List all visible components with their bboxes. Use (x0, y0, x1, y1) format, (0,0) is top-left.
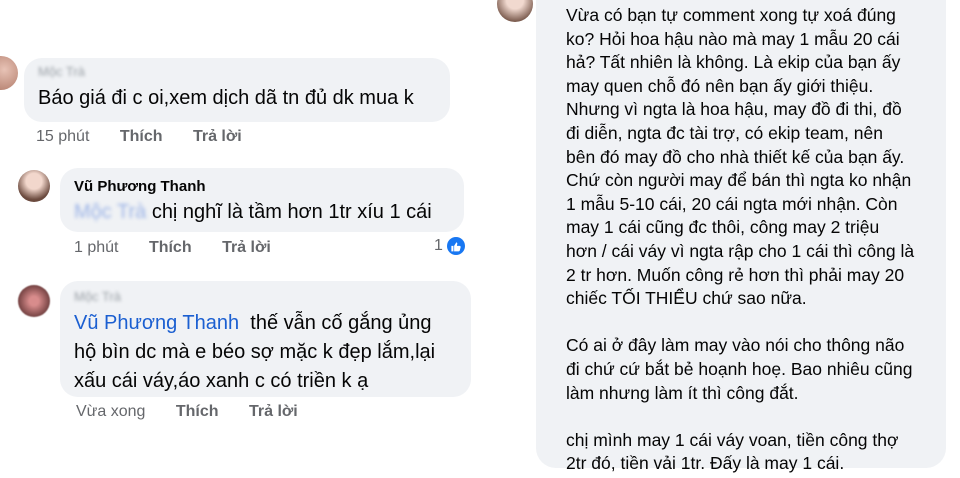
post-line: Nhưng vì ngta là hoa hậu, may đồ đi thi,… (566, 99, 902, 120)
post-line: bên đó may đồ cho nhà thiết kế của bạn ấ… (566, 146, 905, 167)
reply-button[interactable]: Trả lời (193, 128, 242, 145)
comment-text: Báo giá đi c oi,xem dịch dã tn đủ dk mua… (38, 87, 414, 109)
post-paragraph-1: Vừa có bạn tự comment xong tự xoá đúng k… (566, 4, 938, 311)
post-line: chiếc TỐI THIỂU chứ sao nữa. (566, 288, 807, 309)
like-button[interactable]: Thích (149, 239, 192, 256)
post-paragraph-2: Có ai ở đây làm may vào nói cho thông nã… (566, 334, 938, 405)
reaction-summary[interactable]: 1 (434, 237, 465, 255)
comment-text: chị nghĩ là tầm hơn 1tr xíu 1 cái (151, 201, 432, 223)
post-line: Có ai ở đây làm may vào nói cho thông nã… (566, 335, 905, 356)
avatar-comment-1[interactable] (0, 56, 18, 90)
post-line: may quen chỗ đó nên bạn ấy giới thiệu. (566, 75, 874, 96)
like-button[interactable]: Thích (120, 128, 163, 145)
comment-author[interactable]: Mộc Trà (38, 64, 85, 79)
comment-bubble-1: Mộc Trà Báo giá đi c oi,xem dịch dã tn đ… (24, 58, 450, 122)
comment-actions-1: 15 phút Thích Trả lời (36, 128, 268, 146)
post-line: làm nhưng làm ít thì công đắt. (566, 382, 799, 403)
reply-button[interactable]: Trả lời (249, 403, 298, 420)
post-line: chị mình may 1 cái váy voan, tiền công t… (566, 429, 899, 450)
post-line: 1 mẫu 5-10 cái, 20 cái ngta mới nhận. Cò… (566, 193, 898, 214)
reaction-count: 1 (434, 237, 443, 254)
comment-text-row: Mộc Trà chị nghĩ là tầm hơn 1tr xíu 1 cá… (74, 198, 432, 227)
mention-link[interactable]: Vũ Phương Thanh (74, 312, 239, 334)
post-line: Vừa có bạn tự comment xong tự xoá đúng (566, 5, 896, 25)
comments-panel: Mộc Trà Báo giá đi c oi,xem dịch dã tn đ… (0, 0, 488, 478)
post-line: 2tr đó, tiền vải 1tr. Đấy là may 1 cái. (566, 453, 845, 474)
comment-bubble-2: Vũ Phương Thanh Mộc Trà chị nghĩ là tầm … (60, 168, 464, 232)
avatar-comment-2[interactable] (18, 170, 50, 202)
comment-text-block: Vũ Phương Thanh thế vẫn cố gắng ủng hộ b… (74, 309, 435, 396)
reply-button[interactable]: Trả lời (222, 239, 271, 256)
comment-text-line: xấu cái váy,áo xanh c có triền k ạ (74, 370, 369, 392)
comment-time[interactable]: Vừa xong (76, 403, 145, 420)
comment-time[interactable]: 1 phút (74, 239, 118, 256)
post-line: Chứ còn người may để bán thì ngta ko nhậ… (566, 170, 912, 191)
comment-actions-2: 1 phút Thích Trả lời (74, 239, 297, 257)
post-line: hả? Tất nhiên là không. Là ekip của bạn … (566, 52, 901, 73)
avatar-comment-3[interactable] (18, 285, 50, 317)
comment-time[interactable]: 15 phút (36, 128, 89, 145)
comment-text-line: hộ bìn dc mà e béo sợ mặc k đẹp lắm,lại (74, 341, 436, 363)
comment-text-line: thế vẫn cố gắng ủng (250, 312, 432, 334)
comment-actions-3: Vừa xong Thích Trả lời (76, 403, 324, 421)
post-paragraph-3: chị mình may 1 cái váy voan, tiền công t… (566, 429, 938, 476)
like-reaction-icon (446, 237, 465, 255)
post-line: ko? Hỏi hoa hậu nào mà may 1 mẫu 20 cái (566, 28, 900, 49)
post-line: 2 tr hơn. Muốn công rẻ hơn thì phải may … (566, 264, 905, 285)
post-text: Vừa có bạn tự comment xong tự xoá đúng k… (566, 4, 938, 476)
mention-link[interactable]: Mộc Trà (74, 201, 146, 223)
comment-bubble-3: Mộc Trà Vũ Phương Thanh thế vẫn cố gắng … (60, 281, 471, 397)
comment-author[interactable]: Mộc Trà (74, 289, 121, 304)
post-line: đi diễn, ngta đc tài trợ, có ekip team, … (566, 122, 883, 143)
like-button[interactable]: Thích (176, 403, 219, 420)
post-line: may 1 cái cũng đc thôi, công may 2 triệu (566, 217, 880, 238)
post-line: đi chứ cứ bắt bẻ hoạnh hoẹ. Bao nhiêu cũ… (566, 358, 913, 379)
comment-author[interactable]: Vũ Phương Thanh (74, 178, 206, 195)
post-line: hơn / cái váy vì ngta rập cho 1 cái thì … (566, 240, 915, 261)
